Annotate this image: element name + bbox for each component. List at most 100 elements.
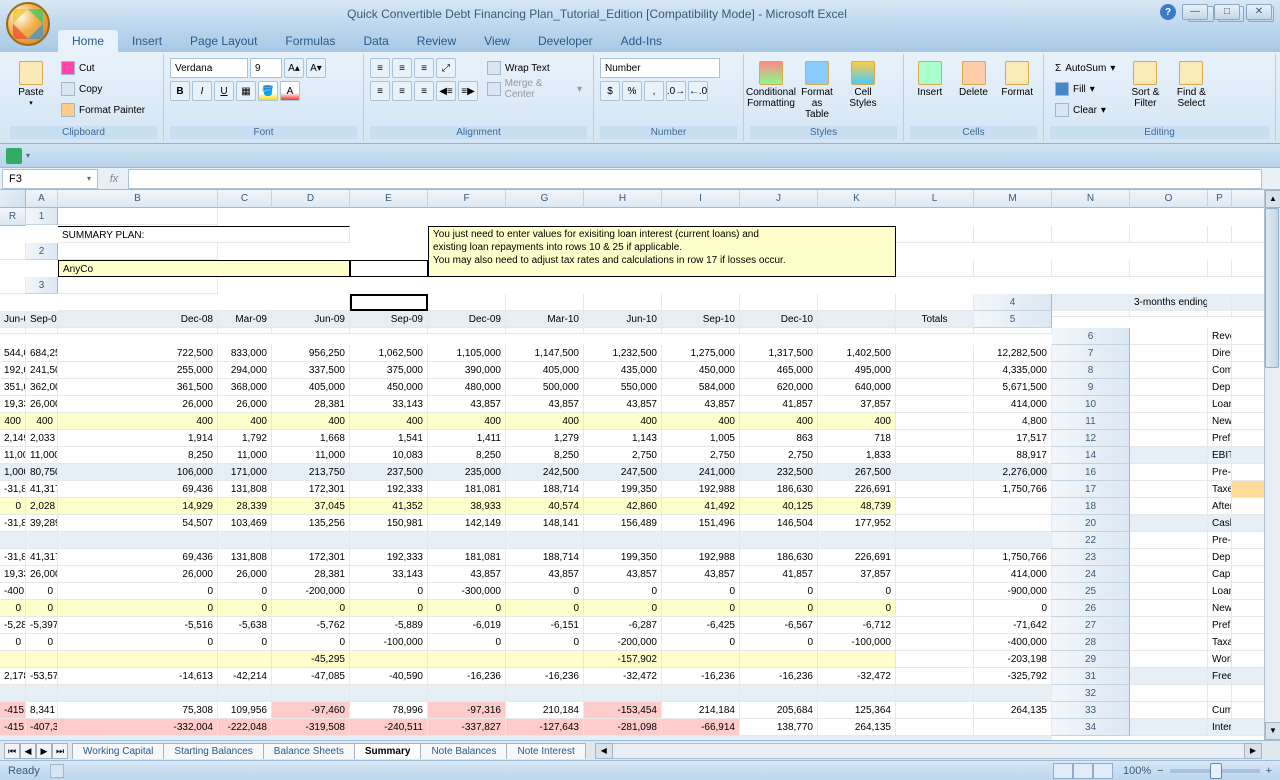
- group-number: Number: [600, 126, 737, 139]
- underline-button[interactable]: U: [214, 81, 234, 101]
- copy-icon: [61, 82, 75, 96]
- currency-button[interactable]: $: [600, 81, 620, 101]
- sheet-tab-summary[interactable]: Summary: [354, 743, 422, 759]
- wrap-icon: [487, 61, 501, 75]
- percent-button[interactable]: %: [622, 81, 642, 101]
- sheet-tab-balance-sheets[interactable]: Balance Sheets: [263, 743, 355, 759]
- group-cells: Cells: [910, 126, 1037, 139]
- insert-cells-button[interactable]: Insert: [910, 58, 950, 101]
- sheet-nav-next[interactable]: ▶: [36, 743, 52, 759]
- bold-button[interactable]: B: [170, 81, 190, 101]
- align-left-button[interactable]: ≡: [370, 81, 390, 101]
- tab-formulas[interactable]: Formulas: [271, 30, 349, 52]
- orientation-button[interactable]: ⤢: [436, 58, 456, 78]
- sheet-nav-last[interactable]: ⏭: [52, 743, 68, 759]
- doc-minimize[interactable]: —: [1182, 4, 1208, 20]
- styles-icon: [851, 61, 875, 85]
- view-normal-button[interactable]: [1053, 763, 1073, 779]
- copy-button[interactable]: Copy: [56, 79, 150, 99]
- zoom-slider[interactable]: [1170, 769, 1260, 773]
- border-button[interactable]: ▦: [236, 81, 256, 101]
- tab-insert[interactable]: Insert: [118, 30, 176, 52]
- brush-icon: [61, 103, 75, 117]
- find-select-button[interactable]: Find & Select: [1170, 58, 1212, 112]
- format-cells-button[interactable]: Format: [997, 58, 1037, 101]
- align-middle-button[interactable]: ≡: [392, 58, 412, 78]
- formula-bar: F3 fx: [0, 168, 1280, 190]
- sort-filter-button[interactable]: Sort & Filter: [1124, 58, 1166, 112]
- office-button[interactable]: [6, 2, 50, 46]
- doc-close[interactable]: ✕: [1246, 4, 1272, 20]
- align-right-button[interactable]: ≡: [414, 81, 434, 101]
- name-box[interactable]: F3: [2, 169, 98, 189]
- zoom-level[interactable]: 100%: [1123, 765, 1151, 777]
- tab-addins[interactable]: Add-Ins: [607, 30, 676, 52]
- cut-button[interactable]: Cut: [56, 58, 150, 78]
- merge-center-button[interactable]: Merge & Center ▾: [482, 79, 587, 99]
- sheet-tab-working-capital[interactable]: Working Capital: [72, 743, 164, 759]
- fill-color-button[interactable]: 🪣: [258, 81, 278, 101]
- fill-button[interactable]: Fill ▾: [1050, 79, 1120, 99]
- autosum-button[interactable]: Σ AutoSum ▾: [1050, 58, 1120, 78]
- sheet-tab-starting-balances[interactable]: Starting Balances: [163, 743, 263, 759]
- macro-icon[interactable]: [50, 764, 64, 778]
- insert-icon: [918, 61, 942, 85]
- font-name-input[interactable]: [170, 58, 248, 78]
- fx-icon[interactable]: fx: [106, 173, 122, 185]
- wrap-text-button[interactable]: Wrap Text: [482, 58, 587, 78]
- tab-view[interactable]: View: [470, 30, 524, 52]
- eraser-icon: [1055, 103, 1069, 117]
- inc-decimal-button[interactable]: .0→: [666, 81, 686, 101]
- view-pagebreak-button[interactable]: [1093, 763, 1113, 779]
- delete-cells-button[interactable]: Delete: [954, 58, 994, 101]
- tab-home[interactable]: Home: [58, 30, 118, 52]
- cond-format-button[interactable]: Conditional Formatting: [750, 58, 792, 112]
- funnel-icon: [1133, 61, 1157, 85]
- sheet-nav-first[interactable]: ⏮: [4, 743, 20, 759]
- format-table-button[interactable]: Format as Table: [796, 58, 838, 123]
- sigma-icon: Σ: [1055, 63, 1061, 74]
- font-size-input[interactable]: [250, 58, 282, 78]
- spreadsheet-grid[interactable]: ABCDEFGHIJKLMNOPQR1SUMMARY PLAN:You just…: [0, 190, 1280, 740]
- zoom-in-button[interactable]: +: [1266, 765, 1272, 777]
- zoom-out-button[interactable]: −: [1157, 765, 1163, 777]
- tab-page-layout[interactable]: Page Layout: [176, 30, 271, 52]
- number-format-select[interactable]: [600, 58, 720, 78]
- align-bottom-button[interactable]: ≡: [414, 58, 434, 78]
- paste-button[interactable]: Paste▾: [10, 58, 52, 111]
- vscroll-thumb[interactable]: [1265, 208, 1279, 368]
- group-clipboard: Clipboard: [10, 126, 157, 139]
- qat-dropdown-icon[interactable]: ▾: [26, 151, 30, 160]
- cell-styles-button[interactable]: Cell Styles: [842, 58, 884, 112]
- comma-button[interactable]: ,: [644, 81, 664, 101]
- vertical-scrollbar[interactable]: [1264, 190, 1280, 740]
- paste-icon: [19, 61, 43, 85]
- align-top-button[interactable]: ≡: [370, 58, 390, 78]
- align-center-button[interactable]: ≡: [392, 81, 412, 101]
- save-button[interactable]: [6, 148, 22, 164]
- sheet-nav-prev[interactable]: ◀: [20, 743, 36, 759]
- font-color-button[interactable]: A: [280, 81, 300, 101]
- sheet-tab-note-balances[interactable]: Note Balances: [420, 743, 507, 759]
- fill-icon: [1055, 82, 1069, 96]
- grow-font-button[interactable]: A▴: [284, 58, 304, 78]
- doc-restore[interactable]: □: [1214, 4, 1240, 20]
- help-icon[interactable]: ?: [1160, 4, 1176, 20]
- tab-data[interactable]: Data: [349, 30, 402, 52]
- shrink-font-button[interactable]: A▾: [306, 58, 326, 78]
- view-layout-button[interactable]: [1073, 763, 1093, 779]
- formula-input[interactable]: [128, 169, 1262, 189]
- indent-dec-button[interactable]: ◀≡: [436, 81, 456, 101]
- format-painter-button[interactable]: Format Painter: [56, 100, 150, 120]
- indent-inc-button[interactable]: ≡▶: [458, 81, 478, 101]
- clear-button[interactable]: Clear ▾: [1050, 100, 1120, 120]
- dec-decimal-button[interactable]: ←.0: [688, 81, 708, 101]
- horizontal-scrollbar[interactable]: [595, 743, 1262, 759]
- tab-developer[interactable]: Developer: [524, 30, 607, 52]
- sheet-tab-note-interest[interactable]: Note Interest: [506, 743, 585, 759]
- tab-review[interactable]: Review: [403, 30, 470, 52]
- delete-icon: [962, 61, 986, 85]
- status-text: Ready: [8, 765, 40, 777]
- italic-button[interactable]: I: [192, 81, 212, 101]
- sheet-tab-bar: ⏮ ◀ ▶ ⏭ Working CapitalStarting Balances…: [0, 740, 1280, 760]
